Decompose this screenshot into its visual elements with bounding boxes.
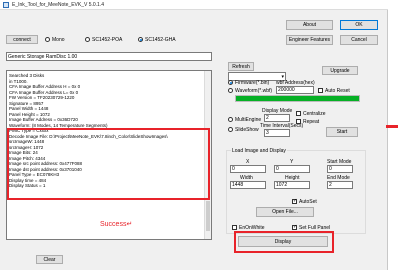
- clear-button[interactable]: Clear: [36, 255, 63, 264]
- connect-button[interactable]: connect: [6, 35, 38, 44]
- mode-label-mono: Mono: [52, 37, 65, 43]
- app-icon: [3, 2, 9, 8]
- mode-radio-gha[interactable]: [138, 37, 143, 42]
- window-title: E_Ink_Tool_for_MeeNote_EVK_V 5.0.1.4: [12, 2, 105, 8]
- wbf-address-input[interactable]: 200000: [276, 86, 314, 94]
- x-input[interactable]: 0: [230, 165, 266, 173]
- display-mode-input[interactable]: 2: [264, 114, 290, 122]
- start-mode-input[interactable]: 0: [327, 165, 353, 173]
- auto-reset-label: Auto Reset: [325, 88, 350, 94]
- arrow-indicator: [386, 125, 398, 128]
- app-window: E_Ink_Tool_for_MeeNote_EVK_V 5.0.1.4 con…: [0, 0, 388, 270]
- refresh-button[interactable]: Refresh: [228, 62, 254, 71]
- auto-reset-checkbox[interactable]: [318, 88, 323, 93]
- mode-label-gha: SC1452-GHA: [145, 37, 176, 43]
- set-full-panel-checkbox[interactable]: [292, 224, 297, 230]
- end-mode-input[interactable]: 2: [327, 181, 353, 189]
- autoset-checkbox[interactable]: [292, 198, 297, 204]
- load-image-group-title: Load Image and Display: [231, 148, 287, 154]
- ok-button[interactable]: OK: [340, 20, 378, 30]
- device-status-field: Generic Storage RamDisc 1.00: [6, 52, 212, 61]
- slideshow-label: SlideShow: [235, 127, 259, 133]
- highlight-box-display: [234, 231, 334, 253]
- start-button[interactable]: Start: [326, 127, 358, 137]
- y-input[interactable]: 0: [274, 165, 310, 173]
- firmware-label: Firmware(*.bin): [235, 80, 270, 86]
- multiengine-radio[interactable]: [228, 117, 233, 122]
- open-file-button[interactable]: Open File...: [256, 207, 314, 217]
- enonwhite-checkbox[interactable]: [232, 225, 237, 230]
- upgrade-progress-bar: [235, 95, 360, 102]
- cancel-button[interactable]: Cancel: [340, 35, 378, 45]
- progress-fill: [236, 96, 359, 101]
- centralize-checkbox[interactable]: [296, 111, 301, 116]
- scrollbar-thumb[interactable]: [206, 201, 210, 231]
- width-input[interactable]: 1448: [230, 181, 266, 189]
- engineer-features-button[interactable]: Engineer Features: [286, 35, 333, 45]
- firmware-radio[interactable]: [228, 80, 233, 85]
- waveform-radio[interactable]: [228, 88, 233, 93]
- title-bar: E_Ink_Tool_for_MeeNote_EVK_V 5.0.1.4: [0, 0, 388, 10]
- height-input[interactable]: 1072: [274, 181, 310, 189]
- multiengine-label: MultiEngine: [235, 117, 262, 123]
- mode-radio-poa[interactable]: [85, 37, 90, 42]
- slideshow-radio[interactable]: [228, 127, 233, 132]
- highlight-box-log: [7, 128, 210, 200]
- centralize-label: Centralize: [303, 111, 326, 117]
- upgrade-button[interactable]: Upgrade: [322, 66, 358, 75]
- waveform-label: Waveform(*.wbf): [235, 88, 273, 94]
- about-button[interactable]: About: [286, 20, 333, 30]
- mode-label-poa: SC1452-POA: [92, 37, 123, 43]
- mode-radio-mono[interactable]: [45, 37, 50, 42]
- success-annotation: Success↵: [100, 221, 133, 228]
- time-interval-input[interactable]: 3: [264, 129, 290, 137]
- repeat-label: Repeat: [303, 119, 320, 125]
- autoset-label: AutoSet: [299, 199, 317, 205]
